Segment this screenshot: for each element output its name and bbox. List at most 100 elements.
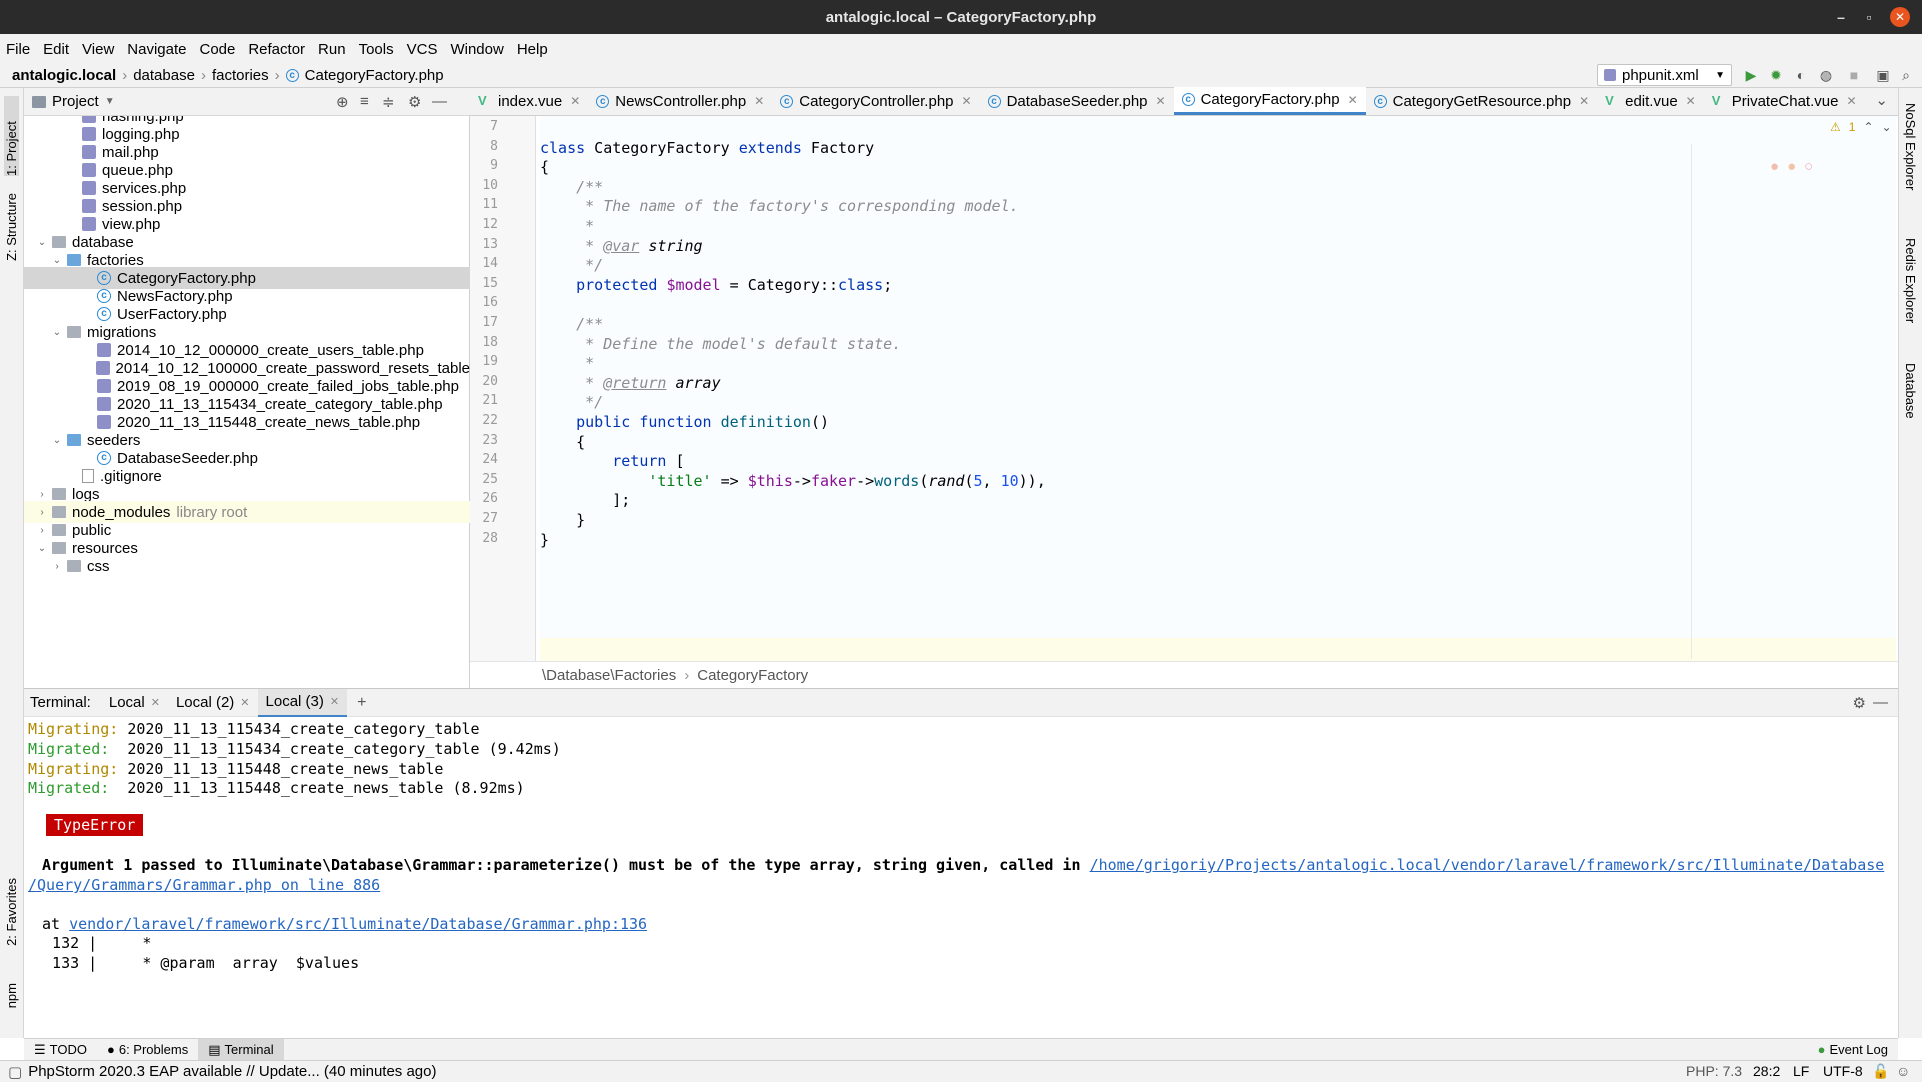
code-line[interactable]: protected $model = Category::class;	[540, 273, 892, 297]
editor-tab[interactable]: c NewsController.php ✕	[588, 87, 772, 115]
tool-project[interactable]: 1: Project	[4, 96, 19, 176]
gear-icon[interactable]: ⚙	[1853, 694, 1866, 712]
chevron-down-icon[interactable]: ⌄	[36, 543, 48, 554]
close-icon[interactable]: ✕	[1348, 93, 1358, 107]
firefox-icon[interactable]: ●	[1787, 158, 1796, 175]
close-icon[interactable]: ✕	[1890, 7, 1910, 27]
tool-redis-explorer[interactable]: Redis Explorer	[1903, 238, 1918, 323]
browser-icons[interactable]: ● ● ○	[1770, 158, 1813, 175]
maximize-icon[interactable]: ▫	[1860, 8, 1878, 26]
tool-event-log[interactable]: ● Event Log	[1808, 1039, 1898, 1061]
close-icon[interactable]: ✕	[570, 94, 580, 108]
chevron-down-icon[interactable]: ⌄	[51, 255, 63, 266]
chevron-down-icon[interactable]: ⌄	[1882, 120, 1892, 134]
terminal-tab-local[interactable]: Local ✕	[101, 689, 168, 717]
locate-icon[interactable]: ⊕	[336, 93, 349, 111]
tool-favorites[interactable]: 2: Favorites	[4, 878, 19, 946]
stop-icon[interactable]: ■	[1846, 67, 1862, 83]
tool-problems[interactable]: ● 6: Problems	[97, 1039, 198, 1061]
line-separator[interactable]: LF	[1793, 1063, 1809, 1079]
editor-tab[interactable]: c CategoryFactory.php ✕	[1173, 87, 1366, 115]
editor-tab[interactable]: Vedit.vue ✕	[1597, 87, 1704, 115]
code-line[interactable]: }	[540, 528, 549, 552]
terminal-tab-local-2[interactable]: Local (2) ✕	[168, 689, 258, 717]
menu-vcs[interactable]: VCS	[407, 41, 438, 58]
tabs-overflow-icon[interactable]: ⌄	[1875, 91, 1888, 109]
chevron-down-icon[interactable]: ▼	[105, 96, 115, 107]
hide-icon[interactable]: —	[432, 93, 447, 110]
close-icon[interactable]: ✕	[754, 94, 764, 108]
status-message[interactable]: PhpStorm 2020.3 EAP available // Update.…	[28, 1063, 436, 1080]
menu-file[interactable]: File	[6, 41, 30, 58]
expand-all-icon[interactable]: ≡	[360, 93, 369, 110]
close-icon[interactable]: ✕	[1156, 94, 1166, 108]
code-view[interactable]: class CategoryFactory extends Factory{ /…	[540, 116, 1896, 662]
gear-icon[interactable]: ⚙	[408, 93, 421, 111]
chevron-up-icon[interactable]: ⌃	[1863, 120, 1873, 134]
coverage-icon[interactable]: ◐	[1793, 67, 1809, 83]
error-file-link[interactable]: /home/grigoriy/Projects/antalogic.local/…	[1090, 856, 1885, 874]
nav-factories[interactable]: factories	[212, 67, 269, 84]
inspection-widget[interactable]: ⚠ 1 ⌃ ⌄	[1830, 120, 1892, 134]
menu-tools[interactable]: Tools	[359, 41, 394, 58]
hide-icon[interactable]: —	[1873, 694, 1888, 711]
nav-project[interactable]: antalogic.local	[12, 67, 116, 84]
layout-icon[interactable]: ▣	[1875, 67, 1891, 83]
chevron-right-icon[interactable]: ›	[36, 489, 48, 500]
minimize-icon[interactable]: –	[1832, 8, 1850, 26]
breadcrumb-namespace[interactable]: \Database\Factories	[542, 667, 676, 684]
tool-nosql-explorer[interactable]: NoSql Explorer	[1903, 103, 1918, 190]
menu-navigate[interactable]: Navigate	[127, 41, 186, 58]
chevron-down-icon[interactable]: ⌄	[51, 435, 63, 446]
chrome-icon[interactable]: ●	[1770, 158, 1779, 175]
collapse-all-icon[interactable]: ≑	[382, 93, 395, 111]
menu-refactor[interactable]: Refactor	[248, 41, 305, 58]
close-icon[interactable]: ✕	[330, 695, 339, 708]
close-icon[interactable]: ✕	[1579, 94, 1589, 108]
run-configuration-select[interactable]: phpunit.xml ▼	[1597, 64, 1732, 86]
search-icon[interactable]: ⌕	[1898, 67, 1914, 83]
chevron-right-icon[interactable]: ›	[36, 507, 48, 518]
terminal-output[interactable]: Migrating: 2020_11_13_115434_create_cate…	[24, 717, 1898, 1011]
editor-tab[interactable]: V PrivateChat.vue ✕	[1704, 87, 1865, 115]
menu-run[interactable]: Run	[318, 41, 346, 58]
close-icon[interactable]: ✕	[151, 696, 160, 709]
close-icon[interactable]: ✕	[240, 696, 249, 709]
close-icon[interactable]: ✕	[962, 94, 972, 108]
file-encoding[interactable]: UTF-8	[1823, 1063, 1863, 1079]
menu-code[interactable]: Code	[199, 41, 235, 58]
menu-window[interactable]: Window	[450, 41, 503, 58]
menu-edit[interactable]: Edit	[43, 41, 69, 58]
run-icon[interactable]: ▶	[1743, 67, 1759, 83]
nav-file[interactable]: CategoryFactory.php	[305, 67, 444, 84]
profile-icon[interactable]: ◍	[1818, 67, 1834, 83]
breadcrumb-class[interactable]: CategoryFactory	[697, 667, 808, 684]
code-line[interactable]: * The name of the factory's correspondin…	[540, 194, 1019, 218]
close-icon[interactable]: ✕	[1846, 94, 1856, 108]
tool-terminal[interactable]: ▤ Terminal	[198, 1038, 284, 1061]
toggle-panel-icon[interactable]: ▢	[8, 1063, 22, 1081]
inspector-icon[interactable]: ☺	[1896, 1063, 1910, 1079]
nav-database[interactable]: database	[133, 67, 195, 84]
terminal-tab-local-3[interactable]: Local (3) ✕	[257, 688, 348, 717]
menu-help[interactable]: Help	[517, 41, 548, 58]
chevron-down-icon[interactable]: ⌄	[51, 327, 63, 338]
opera-icon[interactable]: ○	[1804, 158, 1813, 175]
editor-tab[interactable]: c DatabaseSeeder.php ✕	[980, 87, 1174, 115]
tree-item[interactable]: › css	[24, 555, 470, 577]
debug-icon[interactable]: ✹	[1768, 67, 1784, 83]
add-terminal-icon[interactable]: +	[357, 694, 366, 712]
source-file-link[interactable]: vendor/laravel/framework/src/Illuminate/…	[69, 915, 647, 933]
chevron-down-icon[interactable]: ⌄	[36, 237, 48, 248]
editor-tab[interactable]: c CategoryController.php ✕	[772, 87, 979, 115]
caret-position[interactable]: 28:2	[1753, 1063, 1780, 1079]
tool-npm[interactable]: npm	[4, 983, 19, 1008]
editor-tab[interactable]: c CategoryGetResource.php ✕	[1366, 87, 1598, 115]
php-version[interactable]: PHP: 7.3	[1686, 1063, 1742, 1079]
chevron-right-icon[interactable]: ›	[36, 525, 48, 536]
tool-database[interactable]: Database	[1903, 363, 1918, 419]
tool-todo[interactable]: ☰ TODO	[24, 1039, 97, 1061]
error-file-link-cont[interactable]: /Query/Grammars/Grammar.php on line 886	[28, 876, 380, 894]
close-icon[interactable]: ✕	[1686, 94, 1696, 108]
code-line[interactable]: class CategoryFactory extends Factory	[540, 136, 874, 160]
